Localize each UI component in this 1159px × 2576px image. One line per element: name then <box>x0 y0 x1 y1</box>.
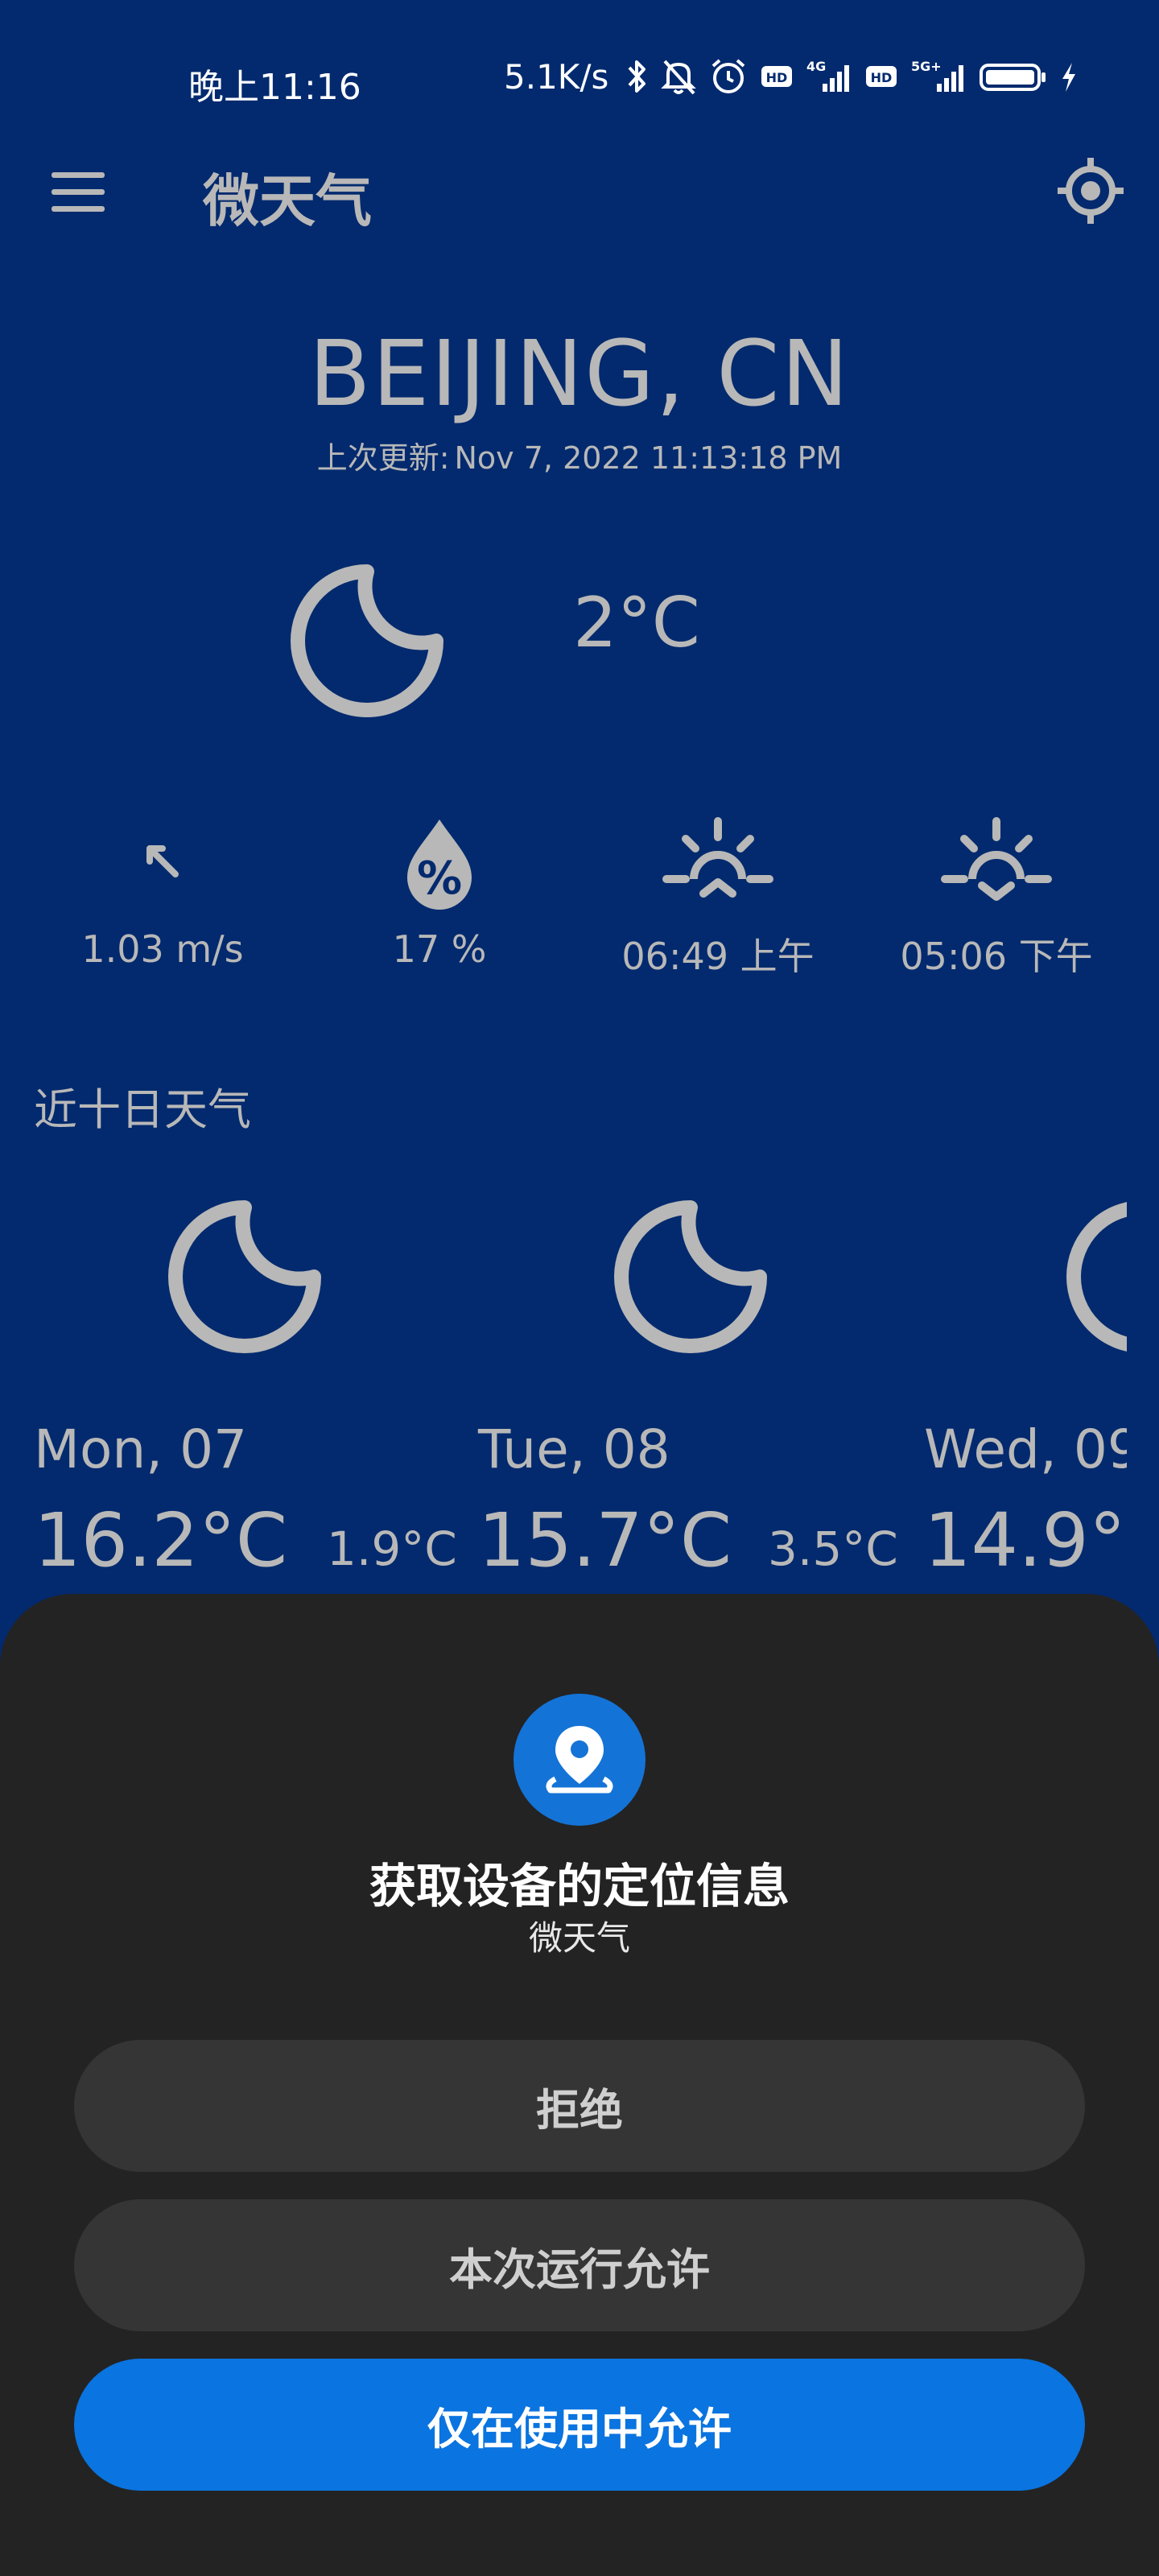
humidity-detail: % 17 % <box>319 813 560 971</box>
forecast-max-temp: 15.7°C <box>478 1497 732 1583</box>
current-temperature: 2°C <box>573 583 700 663</box>
app-bar: 微天气 <box>0 129 1159 274</box>
sunset-time: 05:06 下午 <box>900 935 1093 978</box>
sunrise-time: 06:49 上午 <box>621 935 815 978</box>
mute-icon <box>661 60 697 95</box>
wind-speed: 1.03 m/s <box>81 927 244 971</box>
location-pin-icon <box>546 1726 613 1794</box>
forecast-day: 1.9°C Tue, 08 15.7°C <box>327 1175 777 1594</box>
humidity-value: 17 % <box>392 927 487 971</box>
sunrise-detail: 06:49 上午 <box>597 813 839 980</box>
moon-icon <box>291 564 443 717</box>
signal-label-5g: 5G+ <box>911 59 942 74</box>
moon-icon <box>614 1200 767 1353</box>
forecast-min-temp: 3.5°C <box>768 1521 898 1576</box>
forecast-date: Tue, 08 <box>478 1418 670 1480</box>
forecast-max-temp: 16.2°C <box>34 1497 288 1583</box>
signal-label-4g: 4G <box>806 59 826 74</box>
charging-icon <box>1062 63 1076 92</box>
hd-icon: HD <box>761 66 793 87</box>
wind-detail: 1.03 m/s <box>42 813 283 971</box>
sunset-icon <box>941 817 1052 901</box>
moon-icon <box>168 1200 321 1353</box>
network-speed: 5.1K/s <box>504 56 609 97</box>
sunrise-icon <box>662 817 773 898</box>
signal-5g-icon: 5G+ <box>911 59 964 92</box>
svg-text:HD: HD <box>766 70 788 85</box>
moon-icon <box>1066 1202 1127 1352</box>
locate-icon[interactable] <box>1056 156 1125 225</box>
last-updated-time: Nov 7, 2022 11:13:18 PM <box>454 440 843 476</box>
menu-icon[interactable] <box>50 167 106 216</box>
forecast-date: Mon, 07 <box>34 1418 248 1480</box>
alarm-icon <box>712 59 745 93</box>
forecast-title: 近十日天气 <box>34 1084 251 1135</box>
allow-while-using-button[interactable]: 仅在使用中允许 <box>74 2359 1085 2491</box>
forecast-date: Wed, 09 <box>924 1418 1127 1480</box>
forecast-list[interactable]: Mon, 07 16.2°C 1.9°C Tue, 08 15.7°C 3.5°… <box>0 1175 1127 1594</box>
wind-direction-icon <box>146 845 179 877</box>
allow-once-button[interactable]: 本次运行允许 <box>74 2199 1085 2331</box>
last-updated: 上次更新: Nov 7, 2022 11:13:18 PM <box>0 433 1159 477</box>
bluetooth-icon <box>628 60 646 93</box>
permission-app-name: 微天气 <box>528 1918 630 1958</box>
status-time: 晚上11:16 <box>188 67 361 108</box>
status-icons: 5.1K/s HD 4G HD 5G+ <box>504 56 1079 97</box>
last-updated-label: 上次更新: <box>316 440 450 476</box>
forecast-min-temp: 1.9°C <box>327 1521 457 1576</box>
hd-icon: HD <box>866 66 897 87</box>
app-title: 微天气 <box>203 168 372 234</box>
forecast-max-temp: 14.9°C <box>924 1497 1127 1583</box>
signal-4g-icon: 4G <box>806 59 850 92</box>
sunset-detail: 05:06 下午 <box>876 813 1117 980</box>
humidity-icon: % <box>407 819 472 910</box>
permission-title: 获取设备的定位信息 <box>369 1859 790 1913</box>
svg-text:HD: HD <box>871 70 893 85</box>
forecast-day: 3.5°C Wed, 09 14.9°C <box>768 1175 1127 1594</box>
deny-button[interactable]: 拒绝 <box>74 2040 1085 2172</box>
permission-icon-badge <box>514 1694 645 1826</box>
city-name: BEIJING, CN <box>308 322 851 427</box>
battery-icon <box>980 64 1046 91</box>
svg-text:%: % <box>417 852 462 905</box>
